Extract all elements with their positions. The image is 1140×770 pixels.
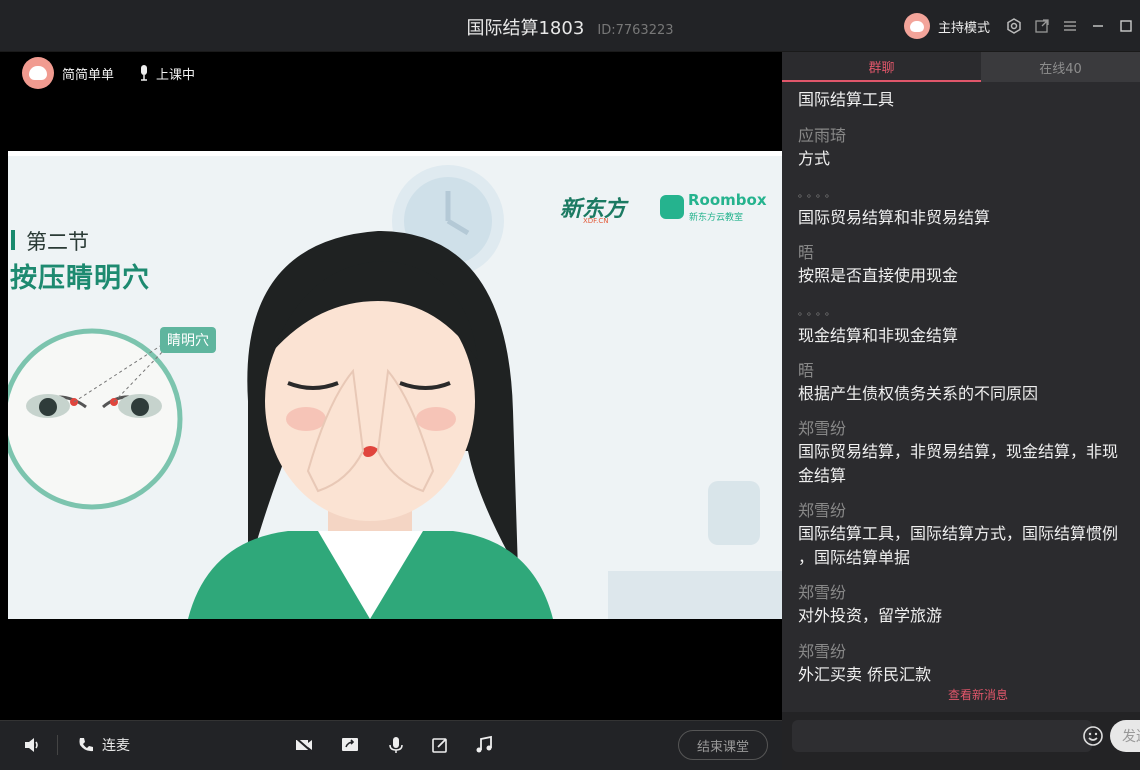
microphone-icon[interactable] xyxy=(386,733,406,757)
settings-icon[interactable] xyxy=(1005,17,1023,35)
whiteboard-edit-icon[interactable] xyxy=(430,733,450,757)
chat-input[interactable] xyxy=(792,720,1092,752)
message-sender: 。。。。 xyxy=(798,307,839,318)
microphone-status-icon xyxy=(141,65,148,81)
phone-icon xyxy=(79,738,93,752)
volume-icon[interactable] xyxy=(22,733,42,757)
message-text: 方式 xyxy=(798,149,831,168)
slide-content: 第二节 按压睛明穴 睛明穴 新东方 XDF.CN Roombox 新东方云教室 xyxy=(8,151,782,619)
chat-message: 应雨琦 方式 xyxy=(798,125,1140,171)
title-bar: 国际结算1803 ID:7763223 主持模式 xyxy=(0,0,1140,52)
camera-toggle-icon[interactable] xyxy=(294,733,314,757)
message-text: 外汇买卖 侨民汇款 xyxy=(798,665,932,684)
lesson-title: 按压睛明穴 xyxy=(10,263,150,294)
slide-illustration xyxy=(8,156,782,619)
chat-panel: 群聊 在线40 国际结算工具 应雨琦 方式 。。。。 国际贸易结算和非贸易结算 … xyxy=(782,52,1140,770)
chat-message: 郑雪纷 国际贸易结算，非贸易结算，现金结算，非现 金结算 xyxy=(798,418,1140,488)
roombox-logo-icon xyxy=(660,195,684,219)
music-icon[interactable] xyxy=(474,733,494,757)
chat-message: 。。。。 现金结算和非现金结算 xyxy=(798,302,1140,348)
chat-input-area: 发送 xyxy=(782,712,1140,770)
roombox-logo: Roombox xyxy=(688,191,767,209)
message-sender: 晤 xyxy=(798,243,815,262)
connect-mic-label: 连麦 xyxy=(102,738,130,754)
message-sender: 郑雪纷 xyxy=(798,501,847,520)
message-sender: 应雨琦 xyxy=(798,126,847,145)
message-text: 国际结算工具 xyxy=(798,90,895,109)
video-area: 简简单单 上课中 第二节 按压睛明穴 睛明穴 新东方 XDF.CN Roombo… xyxy=(0,52,782,720)
chat-message: 国际结算工具 xyxy=(798,88,1140,112)
message-text: 根据产生债权债务关系的不同原因 xyxy=(798,384,1039,403)
view-new-messages-link[interactable]: 查看新消息 xyxy=(948,686,1008,703)
message-text: 对外投资，留学旅游 xyxy=(798,606,943,625)
title-bar-controls: 主持模式 xyxy=(903,12,1140,40)
message-text: 按照是否直接使用现金 xyxy=(798,266,959,285)
minimize-icon[interactable] xyxy=(1089,17,1107,35)
teacher-avatar xyxy=(22,57,54,89)
message-text-continued: 金结算 xyxy=(798,466,847,485)
message-sender: 。。。。 xyxy=(798,189,839,200)
class-status: 上课中 xyxy=(156,67,196,83)
end-class-button[interactable]: 结束课堂 xyxy=(678,730,768,760)
chat-message: 晤 根据产生债权债务关系的不同原因 xyxy=(798,360,1140,406)
acupoint-label: 睛明穴 xyxy=(160,327,216,353)
tab-online-users[interactable]: 在线40 xyxy=(981,52,1140,82)
chat-message-list: 国际结算工具 应雨琦 方式 。。。。 国际贸易结算和非贸易结算 晤 按照是否直接… xyxy=(798,88,1140,708)
xdf-logo-sub: XDF.CN xyxy=(583,217,609,225)
chat-message: 郑雪纷 对外投资，留学旅游 xyxy=(798,582,1140,628)
section-bar xyxy=(11,230,15,250)
section-label: 第二节 xyxy=(26,230,89,254)
message-sender: 郑雪纷 xyxy=(798,583,847,602)
maximize-icon[interactable] xyxy=(1117,17,1135,35)
teacher-name: 简简单单 xyxy=(62,67,115,83)
message-text: 现金结算和非现金结算 xyxy=(798,326,959,345)
chat-message: 晤 按照是否直接使用现金 xyxy=(798,242,1140,288)
emoji-icon[interactable] xyxy=(1082,725,1104,747)
roombox-logo-sub: 新东方云教室 xyxy=(689,213,744,223)
message-sender: 晤 xyxy=(798,361,815,380)
menu-icon[interactable] xyxy=(1061,17,1079,35)
chat-message: 郑雪纷 国际结算工具，国际结算方式，国际结算惯例 ，国际结算单据 xyxy=(798,500,1140,570)
message-text: 国际贸易结算和非贸易结算 xyxy=(798,208,991,227)
window-title: 国际结算1803 xyxy=(466,18,585,39)
control-bar: 连麦 结束课堂 xyxy=(0,720,782,770)
message-text: 国际结算工具，国际结算方式，国际结算惯例 xyxy=(798,524,1119,543)
control-divider xyxy=(57,735,58,755)
message-sender: 郑雪纷 xyxy=(798,642,847,661)
room-id: ID:7763223 xyxy=(597,23,674,38)
message-text-continued: ，国际结算单据 xyxy=(798,548,911,567)
connect-mic-button[interactable]: 连麦 xyxy=(76,733,130,757)
host-mode-label[interactable]: 主持模式 xyxy=(938,17,990,36)
message-sender: 郑雪纷 xyxy=(798,419,847,438)
popout-icon[interactable] xyxy=(1033,17,1051,35)
chat-message: 郑雪纷 外汇买卖 侨民汇款 xyxy=(798,641,1140,687)
teacher-info: 简简单单 上课中 xyxy=(22,56,195,90)
screen-share-icon[interactable] xyxy=(340,733,360,757)
tab-group-chat[interactable]: 群聊 xyxy=(782,52,981,82)
send-button[interactable]: 发送 xyxy=(1110,720,1140,752)
message-text: 国际贸易结算，非贸易结算，现金结算，非现 xyxy=(798,442,1119,461)
host-avatar[interactable] xyxy=(903,13,930,39)
chat-message: 。。。。 国际贸易结算和非贸易结算 xyxy=(798,184,1140,230)
chat-tabs: 群聊 在线40 xyxy=(782,52,1140,82)
